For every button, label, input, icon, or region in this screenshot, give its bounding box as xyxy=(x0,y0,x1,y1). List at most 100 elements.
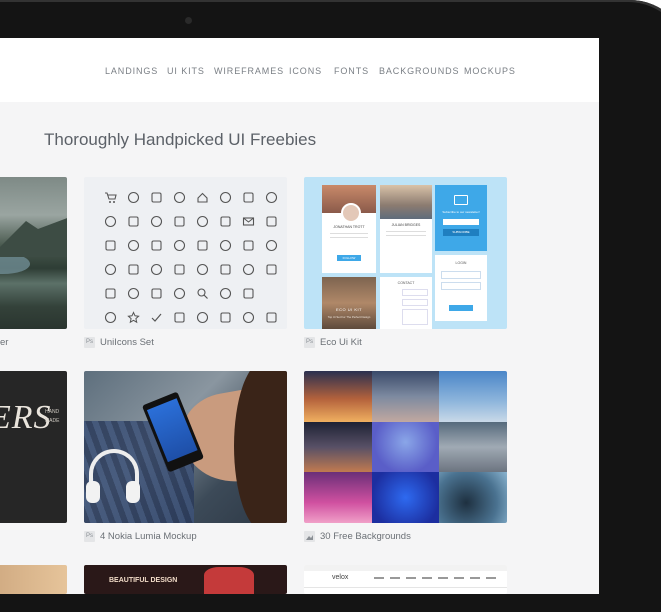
clock-icon xyxy=(219,311,232,324)
nav-backgrounds[interactable]: BACKGROUNDS xyxy=(379,66,459,76)
pin-icon xyxy=(127,239,140,252)
login-button[interactable] xyxy=(449,305,473,311)
mail-icon xyxy=(454,195,468,205)
text-line xyxy=(386,235,426,236)
bag-icon xyxy=(127,191,140,204)
card-font[interactable]: ERS HAND MADE xyxy=(0,371,67,523)
nav-icons[interactable]: ICONS xyxy=(289,66,322,76)
headphone-ear-left xyxy=(86,481,100,503)
folder-icon xyxy=(219,191,232,204)
card-landscape[interactable] xyxy=(0,177,67,329)
card-uniicons-title[interactable]: UniIcons Set xyxy=(100,337,154,348)
anchor-icon xyxy=(173,311,186,324)
nav-wireframes[interactable]: WIREFRAMES xyxy=(214,66,284,76)
nav-landings[interactable]: LANDINGS xyxy=(105,66,158,76)
card-landscape-caption: er xyxy=(0,337,9,348)
bg-tile xyxy=(372,422,439,472)
key-icon xyxy=(265,263,278,276)
card-uniicons[interactable] xyxy=(84,177,287,329)
username-field[interactable] xyxy=(441,271,481,279)
card-eco-caption: Ps Eco Ui Kit xyxy=(304,337,362,348)
profile-card-2: JULIAN BRIDGES xyxy=(380,185,432,273)
card-peek-left[interactable] xyxy=(0,565,67,594)
laptop-frame: LANDINGS UI KITS WIREFRAMES ICONS FONTS … xyxy=(0,0,661,612)
nav-fonts[interactable]: FONTS xyxy=(334,66,369,76)
password-field[interactable] xyxy=(441,282,481,290)
image-icon xyxy=(196,263,209,276)
card-backgrounds-title[interactable]: 30 Free Backgrounds xyxy=(320,531,411,542)
card-peek-velox[interactable]: velox xyxy=(304,565,507,594)
profile-2-name: JULIAN BRIDGES xyxy=(391,223,421,227)
copy-icon xyxy=(242,287,255,300)
email-field[interactable] xyxy=(443,219,479,225)
bg-tile xyxy=(304,472,372,523)
calendar-icon xyxy=(127,287,140,300)
text-line xyxy=(330,237,368,238)
newsletter-title: Subscribe to our newsletter! xyxy=(442,210,480,214)
kit-title: ECO UI KIT xyxy=(335,307,363,312)
basketball-icon xyxy=(150,287,163,300)
bg-tile xyxy=(372,371,439,422)
tag-icon xyxy=(104,215,117,228)
bg-tile xyxy=(372,472,439,523)
peek-nav-line xyxy=(374,577,497,579)
peek-divider xyxy=(304,587,507,588)
font-letters: ERS xyxy=(0,399,52,436)
avatar xyxy=(341,203,361,223)
kit-subtitle: Top Ui Set For The Perfect Design xyxy=(327,315,371,319)
card-eco-title[interactable]: Eco Ui Kit xyxy=(320,337,362,348)
bluetooth-icon xyxy=(219,215,232,228)
card-peek-design[interactable]: BEAUTIFUL DESIGN xyxy=(84,565,287,594)
top-navigation-bar: LANDINGS UI KITS WIREFRAMES ICONS FONTS … xyxy=(0,38,599,102)
icon-grid xyxy=(84,177,287,329)
volume-icon xyxy=(104,311,117,324)
video-icon xyxy=(150,263,163,276)
bg-tile xyxy=(304,422,372,472)
peek-design-text: BEAUTIFUL DESIGN xyxy=(109,577,178,584)
nav-ui-kits[interactable]: UI KITS xyxy=(167,66,205,76)
pencil-icon xyxy=(127,215,140,228)
website-screen: LANDINGS UI KITS WIREFRAMES ICONS FONTS … xyxy=(0,38,599,594)
headphone-ear-right xyxy=(126,481,140,503)
card-eco-ui-kit[interactable]: JONATHAN TROTT FOLLOW JULIAN BRIDGES Sub… xyxy=(304,177,507,329)
login-title: LOGIN xyxy=(455,261,467,265)
map-icon xyxy=(150,215,163,228)
font-side-bottom: MADE xyxy=(45,418,60,424)
cloud-icon xyxy=(173,287,186,300)
shield-icon xyxy=(265,191,278,204)
mail-icon xyxy=(242,215,255,228)
compass-icon xyxy=(104,287,117,300)
sun-icon xyxy=(196,311,209,324)
main-nav: LANDINGS UI KITS WIREFRAMES ICONS FONTS … xyxy=(0,66,599,78)
monitor-icon xyxy=(219,239,232,252)
contact-message-field[interactable] xyxy=(402,309,428,325)
text-line xyxy=(386,231,426,232)
sliders-icon xyxy=(104,263,117,276)
contact-email-field[interactable] xyxy=(402,299,428,306)
card-backgrounds[interactable] xyxy=(304,371,507,523)
font-side-top: HAND xyxy=(45,409,60,415)
book-icon xyxy=(242,311,255,324)
card-backgrounds-caption: 30 Free Backgrounds xyxy=(304,531,411,542)
eco-ui-kit-card: ECO UI KIT Top Ui Set For The Perfect De… xyxy=(322,277,376,329)
smartphone-icon xyxy=(219,263,232,276)
card-nokia-mockup[interactable] xyxy=(84,371,287,523)
phone-icon xyxy=(173,239,186,252)
search-icon xyxy=(196,287,209,300)
bg-tile xyxy=(439,422,507,472)
subscribe-button[interactable]: SUBSCRIBE xyxy=(443,229,479,236)
contact-name-field[interactable] xyxy=(402,289,428,296)
usb-icon xyxy=(265,215,278,228)
profile-card-1: JONATHAN TROTT FOLLOW xyxy=(322,185,376,273)
star-icon xyxy=(127,311,140,324)
cart-icon xyxy=(104,191,117,204)
text-line xyxy=(330,233,368,234)
follow-button[interactable]: FOLLOW xyxy=(337,255,361,261)
camera-icon xyxy=(196,215,209,228)
card-nokia-title[interactable]: 4 Nokia Lumia Mockup xyxy=(100,531,197,542)
profile-1-name: JONATHAN TROTT xyxy=(333,225,365,229)
nav-mockups[interactable]: MOCKUPS xyxy=(464,66,516,76)
page-heading: Thoroughly Handpicked UI Freebies xyxy=(44,130,317,149)
layers-icon xyxy=(173,263,186,276)
image-icon xyxy=(304,531,315,542)
